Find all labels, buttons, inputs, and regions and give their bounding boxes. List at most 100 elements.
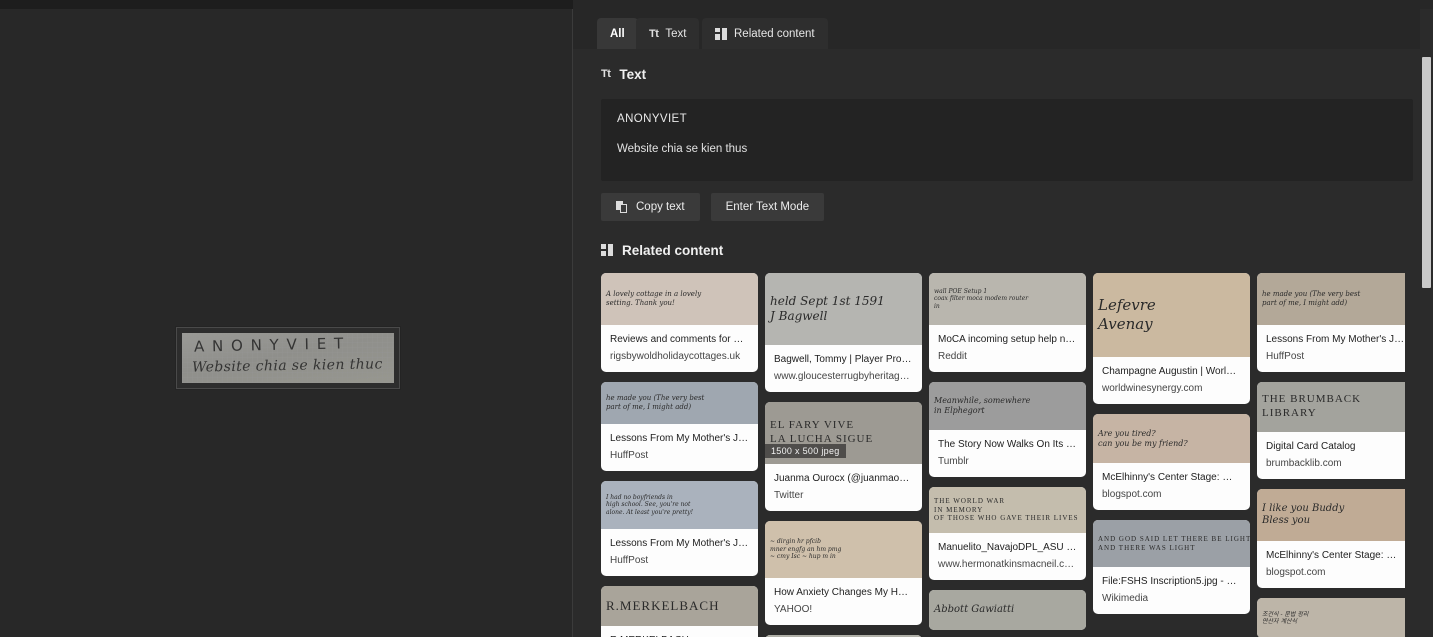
card-thumbnail-text-line: Bless you bbox=[1262, 515, 1311, 526]
card-thumbnail: I like you Buddy Bless you bbox=[1257, 489, 1405, 541]
card-thumbnail-text-line: 조건식 - 문법 정리 bbox=[1262, 610, 1309, 618]
card-title: Lessons From My Mother's Journal … bbox=[1266, 334, 1405, 345]
related-content-card[interactable]: AND GOD SAID LET THERE BE LIGHT AND THERE… bbox=[1093, 520, 1250, 614]
card-thumbnail-text-line: AND THERE WAS LIGHT bbox=[1098, 543, 1196, 552]
related-content-card[interactable]: ~ dirgin hr pfcib mner engfg an hm pmg ~ c… bbox=[765, 521, 922, 625]
card-thumbnail-handwriting: he made you (The very best part of me, I … bbox=[1257, 273, 1405, 325]
card-thumbnail-handwriting: A lovely cottage in a lovely setting. Tha… bbox=[601, 273, 758, 325]
card-thumbnail-text-line: part of me, I might add) bbox=[606, 403, 692, 411]
card-title: Digital Card Catalog bbox=[1266, 441, 1356, 452]
card-thumbnail-text-line: in Elphegort bbox=[934, 406, 985, 415]
card-meta: Lessons From My Mother's Journal … HuffPo… bbox=[1257, 325, 1405, 372]
card-thumbnail-handwriting: R.MERKELBACH bbox=[601, 586, 758, 626]
card-thumbnail-text-line: high school. See, you're not bbox=[606, 501, 691, 509]
card-thumbnail: AND GOD SAID LET THERE BE LIGHT AND THERE… bbox=[1093, 520, 1250, 567]
related-content-card[interactable]: he made you (The very best part of me, I … bbox=[1257, 273, 1405, 372]
card-thumbnail-text-line: R.MERKELBACH bbox=[606, 597, 720, 613]
card-thumbnail-text-line: Are you tired? bbox=[1098, 428, 1156, 438]
card-thumbnail: R.MERKELBACH bbox=[601, 586, 758, 626]
card-meta: Manuelito_NavajoDPL_ASU :: Hermo…www.her… bbox=[929, 533, 1086, 580]
card-thumbnail-text-line: he made you (The very best bbox=[1262, 290, 1361, 299]
card-thumbnail-text-line: Abbott Gawiatti bbox=[934, 603, 1015, 615]
card-source: Tumblr bbox=[938, 455, 969, 467]
card-thumbnail-text-line: can you be my friend? bbox=[1098, 438, 1188, 448]
card-source: blogspot.com bbox=[1102, 488, 1162, 500]
related-content-card[interactable]: THE WORLD WAR IN MEMORY OF THOSE WHO GAVE … bbox=[929, 487, 1086, 580]
card-source: HuffPost bbox=[610, 449, 649, 461]
text-section-title: Text bbox=[619, 66, 647, 82]
related-content-card[interactable]: he made you (The very best part of me, I … bbox=[601, 382, 758, 471]
related-content-column: he made you (The very best part of me, I … bbox=[1257, 273, 1405, 637]
card-thumbnail-handwriting: THE BRUMBACK LIBRARY bbox=[1257, 382, 1405, 432]
tab-all[interactable]: All bbox=[597, 18, 638, 49]
card-thumbnail-handwriting: he made you (The very best part of me, I … bbox=[601, 382, 758, 424]
card-thumbnail-text-line: alone. At least you're pretty! bbox=[606, 508, 694, 516]
tab-related-content-label: Related content bbox=[734, 27, 815, 40]
card-source: rigsbywoldholidaycottages.uk bbox=[610, 350, 741, 362]
related-content-card[interactable]: R.MERKELBACH R.MERKELBACH bbox=[601, 586, 758, 637]
card-source: Twitter bbox=[774, 489, 804, 501]
card-thumbnail: Lefevre Avenay bbox=[1093, 273, 1250, 357]
source-image-line2: Website chia se kien thuc bbox=[191, 356, 383, 376]
related-content-card[interactable]: Abbott Gawiatti bbox=[929, 590, 1086, 630]
related-content-column: held Sept 1st 1591 J Bagwell Bagwell, Tomm… bbox=[765, 273, 922, 637]
related-content-column: wall POE Setup 1 coax filter moca modem r… bbox=[929, 273, 1086, 637]
card-title: McElhinny's Center Stage: Writing to … bbox=[1266, 550, 1405, 561]
related-content-column: Lefevre Avenay Champagne Augustin | World … bbox=[1093, 273, 1250, 624]
related-content-card[interactable]: held Sept 1st 1591 J Bagwell Bagwell, Tomm… bbox=[765, 273, 922, 392]
card-source: www.gloucesterrugbyheritage.or… bbox=[774, 370, 913, 382]
card-meta: Lessons From My Mother's Journal … HuffPo… bbox=[601, 424, 758, 471]
card-thumbnail-text-line: Meanwhile, somewhere bbox=[934, 396, 1031, 405]
image-size-badge: 1500 x 500 jpeg bbox=[765, 444, 846, 458]
source-image-thumbnail[interactable]: A N O N Y V I E T Website chia se kien t… bbox=[176, 327, 400, 389]
related-content-card[interactable]: EL FARY VIVE LA LUCHA SIGUE 1500 x 500 jpe… bbox=[765, 402, 922, 511]
card-thumbnail-handwriting: THE WORLD WAR IN MEMORY OF THOSE WHO GAVE … bbox=[929, 487, 1086, 533]
card-thumbnail: held Sept 1st 1591 J Bagwell bbox=[765, 273, 922, 345]
copy-text-button[interactable]: Copy text bbox=[601, 193, 700, 221]
tt-icon: Tt bbox=[601, 68, 611, 80]
related-content-card[interactable]: 조건식 - 문법 정리 연산자 계산식 bbox=[1257, 598, 1405, 637]
card-thumbnail-text-line: LIBRARY bbox=[1262, 407, 1317, 419]
card-title: Juanma Ourocx (@juanmaouro9) | T… bbox=[774, 473, 913, 484]
card-thumbnail-text-line: ~ dirgin hr pfcib bbox=[770, 538, 821, 546]
related-content-card[interactable]: I like you Buddy Bless you McElhinny's Cen… bbox=[1257, 489, 1405, 588]
card-thumbnail-text-line: A lovely cottage in a lovely bbox=[606, 290, 702, 299]
card-thumbnail-text-line: part of me, I might add) bbox=[1262, 299, 1348, 307]
card-thumbnail-handwriting: I like you Buddy Bless you bbox=[1257, 489, 1405, 541]
card-source: HuffPost bbox=[610, 554, 649, 566]
card-meta: McElhinny's Center Stage: Writing to … bl… bbox=[1257, 541, 1405, 588]
scrollbar-thumb[interactable] bbox=[1422, 57, 1431, 288]
card-thumbnail-handwriting: held Sept 1st 1591 J Bagwell bbox=[765, 273, 922, 345]
tab-text[interactable]: Tt Text bbox=[636, 18, 700, 49]
related-content-section-header: Related content bbox=[573, 237, 1433, 263]
card-source: brumbacklib.com bbox=[1266, 457, 1342, 469]
related-content-card[interactable]: wall POE Setup 1 coax filter moca modem r… bbox=[929, 273, 1086, 372]
copy-icon bbox=[616, 201, 628, 213]
card-thumbnail-text-line: Lefevre bbox=[1098, 296, 1156, 315]
results-content: Tt Text ANONYVIET Website chia se kien t… bbox=[573, 49, 1433, 637]
tab-text-label: Text bbox=[665, 27, 687, 40]
related-content-card[interactable]: Lefevre Avenay Champagne Augustin | World … bbox=[1093, 273, 1250, 404]
tab-related-content[interactable]: Related content bbox=[702, 18, 828, 49]
related-content-card[interactable]: Are you tired? can you be my friend? McElh… bbox=[1093, 414, 1250, 510]
related-content-card[interactable]: A lovely cottage in a lovely setting. Tha… bbox=[601, 273, 758, 372]
text-section-header: Tt Text bbox=[573, 61, 1433, 87]
related-content-card[interactable]: I had no boyfriends in high school. See, … bbox=[601, 481, 758, 576]
card-thumbnail-handwriting: AND GOD SAID LET THERE BE LIGHT AND THERE… bbox=[1093, 520, 1250, 567]
card-meta: R.MERKELBACH bbox=[601, 626, 758, 637]
card-thumbnail-handwriting: Are you tired? can you be my friend? bbox=[1093, 414, 1250, 463]
card-thumbnail-text-line: held Sept 1st 1591 bbox=[770, 294, 885, 308]
card-source: blogspot.com bbox=[1266, 566, 1326, 578]
card-title: MoCA incoming setup help needed : … bbox=[938, 334, 1077, 345]
detected-text-box[interactable]: ANONYVIET Website chia se kien thus bbox=[601, 99, 1413, 181]
card-title: Manuelito_NavajoDPL_ASU :: Hermo… bbox=[938, 542, 1077, 553]
related-content-card[interactable]: THE BRUMBACK LIBRARY Digital Card Catalog b… bbox=[1257, 382, 1405, 479]
enter-text-mode-button[interactable]: Enter Text Mode bbox=[710, 193, 825, 221]
related-content-card[interactable]: Meanwhile, somewhere in Elphegort The Stor… bbox=[929, 382, 1086, 477]
card-thumbnail-text-line: I had no boyfriends in bbox=[606, 493, 673, 501]
scrollbar-track[interactable] bbox=[1420, 9, 1433, 637]
card-meta: How Anxiety Changes My Handwriting YAHOO! bbox=[765, 578, 922, 625]
card-source: worldwinesynergy.com bbox=[1102, 382, 1203, 394]
text-actions: Copy text Enter Text Mode bbox=[601, 193, 1433, 221]
card-thumbnail-text-line: wall POE Setup 1 bbox=[934, 287, 988, 295]
